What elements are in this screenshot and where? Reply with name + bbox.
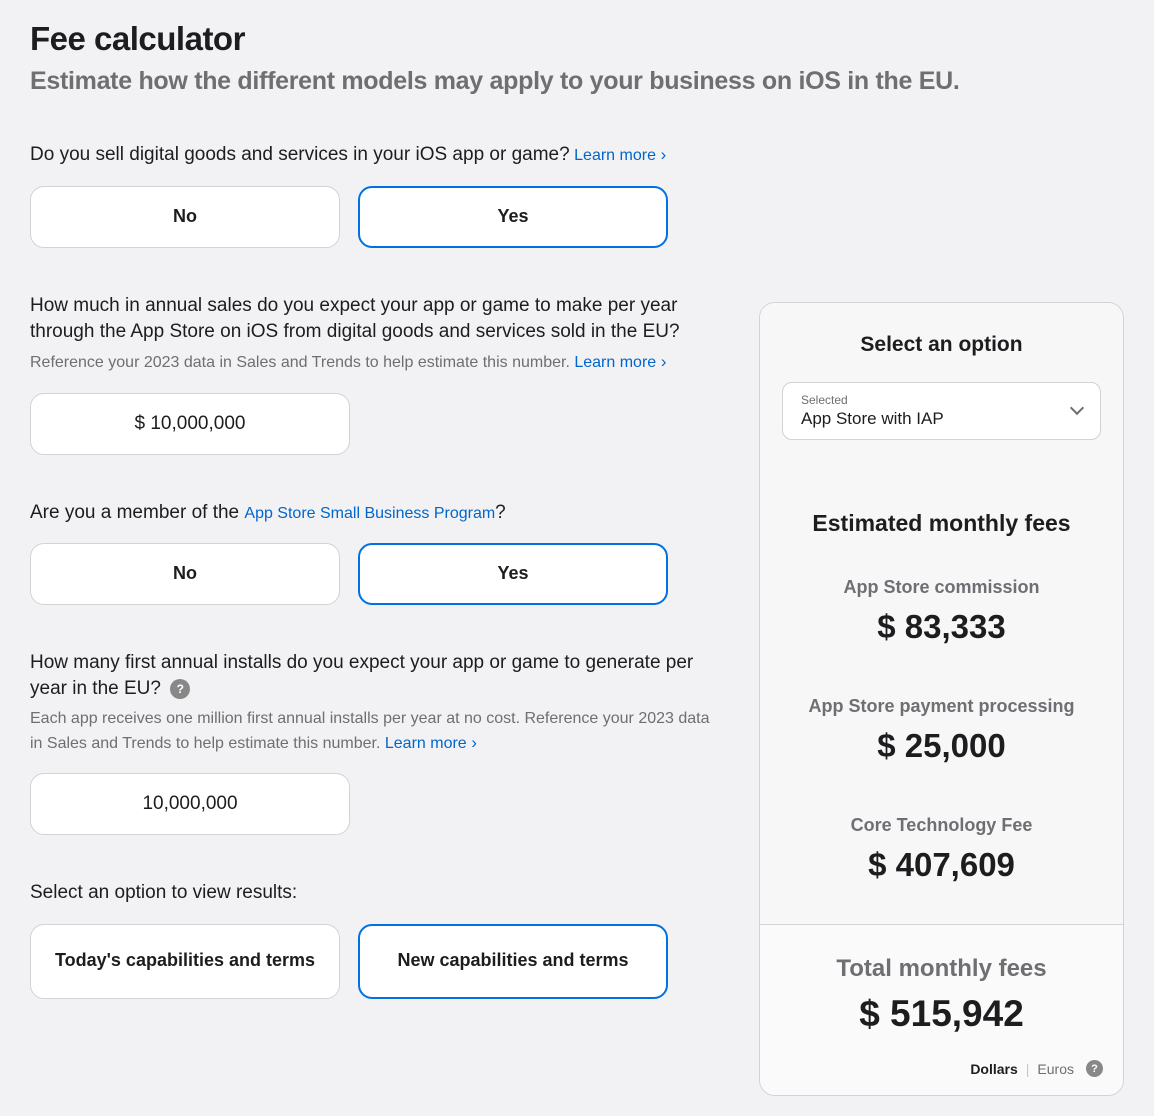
fee-label: App Store commission: [780, 577, 1103, 598]
fee-item: App Store payment processing $ 25,000: [780, 696, 1103, 765]
question-text: How much in annual sales do you expect y…: [30, 293, 719, 344]
total-value: $ 515,942: [780, 993, 1103, 1035]
learn-more-link[interactable]: Learn more: [574, 147, 666, 164]
results-select-heading: Select an option: [782, 333, 1101, 357]
chevron-down-icon: [1072, 405, 1084, 417]
option-today-button[interactable]: Today's capabilities and terms: [30, 924, 340, 999]
installs-input[interactable]: [30, 773, 350, 835]
hint-text: Each app receives one million first annu…: [30, 710, 710, 751]
question-annual-sales: How much in annual sales do you expect y…: [30, 293, 719, 455]
fee-label: App Store payment processing: [780, 696, 1103, 717]
fees-heading: Estimated monthly fees: [780, 510, 1103, 537]
learn-more-link[interactable]: Learn more: [574, 354, 666, 371]
select-label: Selected: [801, 393, 1060, 407]
question-text: Do you sell digital goods and services i…: [30, 144, 570, 165]
help-icon[interactable]: ?: [170, 679, 190, 699]
results-option-select[interactable]: Selected App Store with IAP: [782, 382, 1101, 440]
results-card: Select an option Selected App Store with…: [759, 302, 1124, 1096]
question-suffix: ?: [495, 502, 506, 523]
annual-sales-input[interactable]: [30, 393, 350, 455]
question-sbp: Are you a member of the App Store Small …: [30, 500, 719, 606]
fee-label: Core Technology Fee: [780, 815, 1103, 836]
option-new-button[interactable]: New capabilities and terms: [358, 924, 668, 999]
select-value: App Store with IAP: [801, 409, 944, 428]
sbp-link[interactable]: App Store Small Business Program: [244, 505, 495, 522]
option-yes-button[interactable]: Yes: [358, 186, 668, 248]
currency-toggle: Dollars | Euros ?: [780, 1060, 1103, 1077]
question-text: Select an option to view results:: [30, 880, 719, 906]
learn-more-link[interactable]: Learn more: [385, 735, 477, 752]
question-installs: How many first annual installs do you ex…: [30, 650, 719, 835]
currency-euros[interactable]: Euros: [1037, 1061, 1074, 1077]
question-text: How many first annual installs do you ex…: [30, 652, 693, 699]
option-no-button[interactable]: No: [30, 186, 340, 248]
page-title: Fee calculator: [30, 20, 1124, 58]
page-subtitle: Estimate how the different models may ap…: [30, 66, 1124, 97]
fee-item: App Store commission $ 83,333: [780, 577, 1103, 646]
fee-value: $ 25,000: [780, 727, 1103, 765]
currency-dollars[interactable]: Dollars: [970, 1061, 1017, 1077]
question-results-option: Select an option to view results: Today'…: [30, 880, 719, 999]
help-icon[interactable]: ?: [1086, 1060, 1103, 1077]
fee-value: $ 407,609: [780, 846, 1103, 884]
fee-value: $ 83,333: [780, 608, 1103, 646]
total-label: Total monthly fees: [780, 955, 1103, 983]
question-prefix: Are you a member of the: [30, 502, 244, 523]
question-digital-goods: Do you sell digital goods and services i…: [30, 142, 719, 248]
hint-text: Reference your 2023 data in Sales and Tr…: [30, 354, 570, 371]
option-yes-button[interactable]: Yes: [358, 543, 668, 605]
fee-item: Core Technology Fee $ 407,609: [780, 815, 1103, 884]
option-no-button[interactable]: No: [30, 543, 340, 605]
